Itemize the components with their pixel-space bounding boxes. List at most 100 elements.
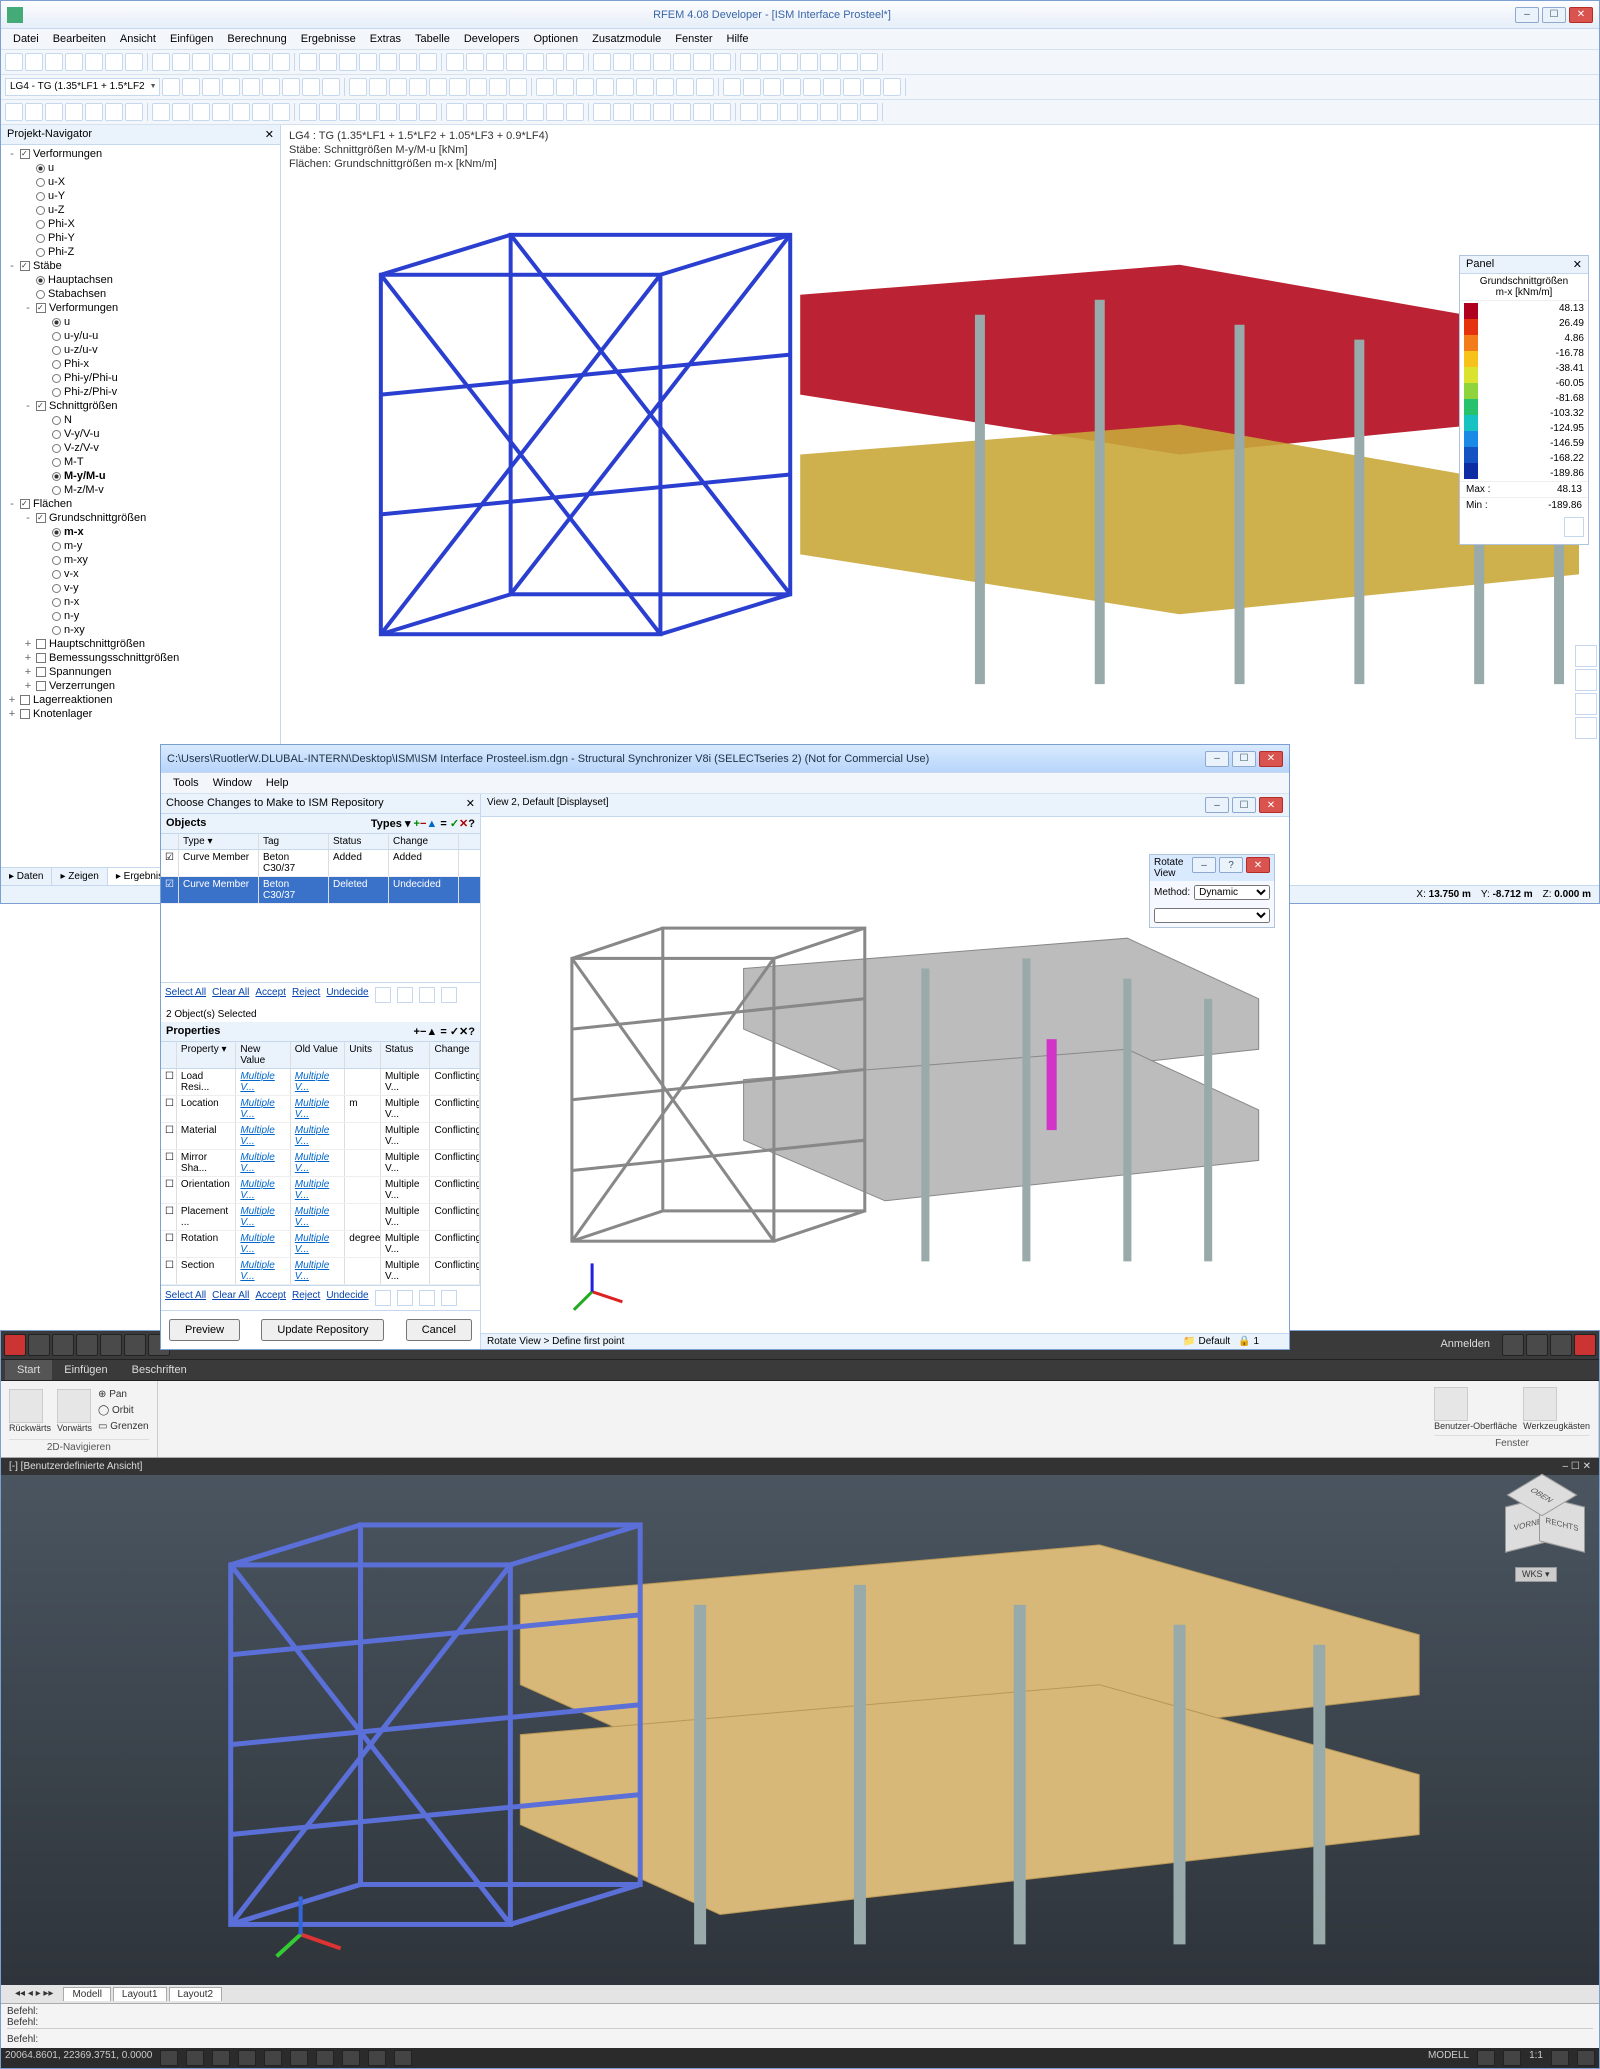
tb-btn[interactable] bbox=[446, 53, 464, 71]
tb-btn[interactable] bbox=[272, 53, 290, 71]
menu-berechnung[interactable]: Berechnung bbox=[221, 31, 292, 47]
tree-node[interactable]: v-y bbox=[1, 581, 280, 595]
action-icon[interactable] bbox=[375, 1290, 391, 1306]
tb-btn[interactable] bbox=[242, 78, 260, 96]
qat-print[interactable] bbox=[100, 1334, 122, 1356]
tb-btn[interactable] bbox=[429, 78, 447, 96]
acad-logo[interactable] bbox=[4, 1334, 26, 1356]
tree-node[interactable]: +Hauptschnittgrößen bbox=[1, 637, 280, 651]
tree-node[interactable]: n-y bbox=[1, 609, 280, 623]
tb-btn[interactable] bbox=[202, 78, 220, 96]
tree-node[interactable]: u-X bbox=[1, 175, 280, 189]
tb-btn[interactable] bbox=[593, 103, 611, 121]
tb-btn[interactable] bbox=[840, 103, 858, 121]
view-close[interactable]: ✕ bbox=[1259, 797, 1283, 813]
back-button[interactable] bbox=[9, 1389, 43, 1423]
tb-btn[interactable] bbox=[486, 53, 504, 71]
tb-btn[interactable] bbox=[85, 103, 103, 121]
tb-btn[interactable] bbox=[653, 53, 671, 71]
tb-btn[interactable] bbox=[446, 103, 464, 121]
tb-btn[interactable] bbox=[588, 53, 589, 71]
tb-btn[interactable] bbox=[232, 53, 250, 71]
layout-tab[interactable]: Modell bbox=[63, 1987, 110, 2001]
tb-btn[interactable] bbox=[843, 78, 861, 96]
action-icon[interactable] bbox=[375, 987, 391, 1003]
tree-node[interactable]: Phi-Y bbox=[1, 231, 280, 245]
tb-btn[interactable] bbox=[656, 78, 674, 96]
vtool-1[interactable] bbox=[1575, 645, 1597, 667]
preview-button[interactable]: Preview bbox=[169, 1319, 240, 1341]
sync-close[interactable]: ✕ bbox=[1259, 751, 1283, 767]
snap-3[interactable] bbox=[212, 2050, 230, 2066]
tb-btn[interactable] bbox=[319, 53, 337, 71]
qat-save[interactable] bbox=[76, 1334, 98, 1356]
tree-node[interactable]: +Verzerrungen bbox=[1, 679, 280, 693]
minimize-button[interactable]: ‒ bbox=[1515, 7, 1539, 23]
tb-btn[interactable] bbox=[192, 103, 210, 121]
object-row[interactable]: ☑Curve MemberBeton C30/37DeletedUndecide… bbox=[161, 877, 480, 904]
property-row[interactable]: ☐MaterialMultiple V...Multiple V...Multi… bbox=[161, 1123, 480, 1150]
menu-extras[interactable]: Extras bbox=[364, 31, 407, 47]
snap-2[interactable] bbox=[186, 2050, 204, 2066]
sync-viewport[interactable]: View 2, Default [Displayset] ‒☐✕ Rotate … bbox=[481, 794, 1289, 1349]
tb-btn[interactable] bbox=[740, 53, 758, 71]
tb-btn[interactable] bbox=[172, 53, 190, 71]
tb-btn[interactable] bbox=[743, 78, 761, 96]
maximize-button[interactable]: ☐ bbox=[1542, 7, 1566, 23]
tree-node[interactable]: u-y/u-u bbox=[1, 329, 280, 343]
tree-node[interactable]: N bbox=[1, 413, 280, 427]
tb-btn[interactable] bbox=[85, 53, 103, 71]
snap-9[interactable] bbox=[368, 2050, 386, 2066]
snap-7[interactable] bbox=[316, 2050, 334, 2066]
tb-btn[interactable] bbox=[252, 53, 270, 71]
update-button[interactable]: Update Repository bbox=[261, 1319, 384, 1341]
rotate-method-select[interactable]: Dynamic bbox=[1194, 885, 1270, 900]
tb-btn[interactable] bbox=[466, 103, 484, 121]
tree-node[interactable]: M-z/M-v bbox=[1, 483, 280, 497]
tb-btn[interactable] bbox=[820, 53, 838, 71]
tb-btn[interactable] bbox=[593, 53, 611, 71]
tb-btn[interactable] bbox=[536, 78, 554, 96]
action-icon[interactable] bbox=[397, 1290, 413, 1306]
layout-tab[interactable]: Layout2 bbox=[169, 1987, 223, 2001]
menu-zusatzmodule[interactable]: Zusatzmodule bbox=[586, 31, 667, 47]
panel-zoom-icon[interactable] bbox=[1564, 517, 1584, 537]
tb-btn[interactable] bbox=[162, 78, 180, 96]
tb-btn[interactable] bbox=[713, 103, 731, 121]
menu-optionen[interactable]: Optionen bbox=[527, 31, 584, 47]
menu-fenster[interactable]: Fenster bbox=[669, 31, 718, 47]
tree-node[interactable]: M-T bbox=[1, 455, 280, 469]
tb-btn[interactable] bbox=[905, 78, 906, 96]
action-accept[interactable]: Accept bbox=[255, 987, 286, 1003]
tb-btn[interactable] bbox=[152, 103, 170, 121]
action-select-all[interactable]: Select All bbox=[165, 987, 206, 1003]
scale[interactable]: 1:1 bbox=[1529, 2050, 1543, 2066]
qat-undo[interactable] bbox=[124, 1334, 146, 1356]
tree-node[interactable]: V-y/V-u bbox=[1, 427, 280, 441]
prop-tool-3[interactable]: ▲ bbox=[426, 1026, 437, 1038]
obj-tool-edit[interactable]: ▲ bbox=[426, 818, 437, 830]
tb-btn[interactable] bbox=[222, 78, 240, 96]
action-icon[interactable] bbox=[419, 1290, 435, 1306]
tb-btn[interactable] bbox=[389, 78, 407, 96]
changes-pin-icon[interactable]: ✕ bbox=[466, 797, 475, 810]
forward-button[interactable] bbox=[57, 1389, 91, 1423]
tb-btn[interactable] bbox=[466, 53, 484, 71]
tb-btn[interactable] bbox=[506, 53, 524, 71]
view-cube[interactable]: VORNE RECHTS OBEN WKS ▾ bbox=[1505, 1489, 1575, 1559]
tb-btn[interactable] bbox=[673, 103, 691, 121]
tb-btn[interactable] bbox=[262, 78, 280, 96]
tb-btn[interactable] bbox=[882, 103, 883, 121]
snap-1[interactable] bbox=[160, 2050, 178, 2066]
tree-node[interactable]: u-Z bbox=[1, 203, 280, 217]
tb-btn[interactable] bbox=[673, 53, 691, 71]
view-max[interactable]: ☐ bbox=[1232, 797, 1256, 813]
ribbon-tab[interactable]: Einfügen bbox=[52, 1360, 119, 1380]
menu-developers[interactable]: Developers bbox=[458, 31, 526, 47]
command-line[interactable]: Befehl:Befehl: Befehl: bbox=[1, 2003, 1599, 2048]
prop-tool-4[interactable]: ✓ bbox=[450, 1026, 459, 1038]
rot-help[interactable]: ? bbox=[1219, 857, 1243, 873]
snap-6[interactable] bbox=[290, 2050, 308, 2066]
tb-btn[interactable] bbox=[636, 78, 654, 96]
tree-node[interactable]: M-y/M-u bbox=[1, 469, 280, 483]
